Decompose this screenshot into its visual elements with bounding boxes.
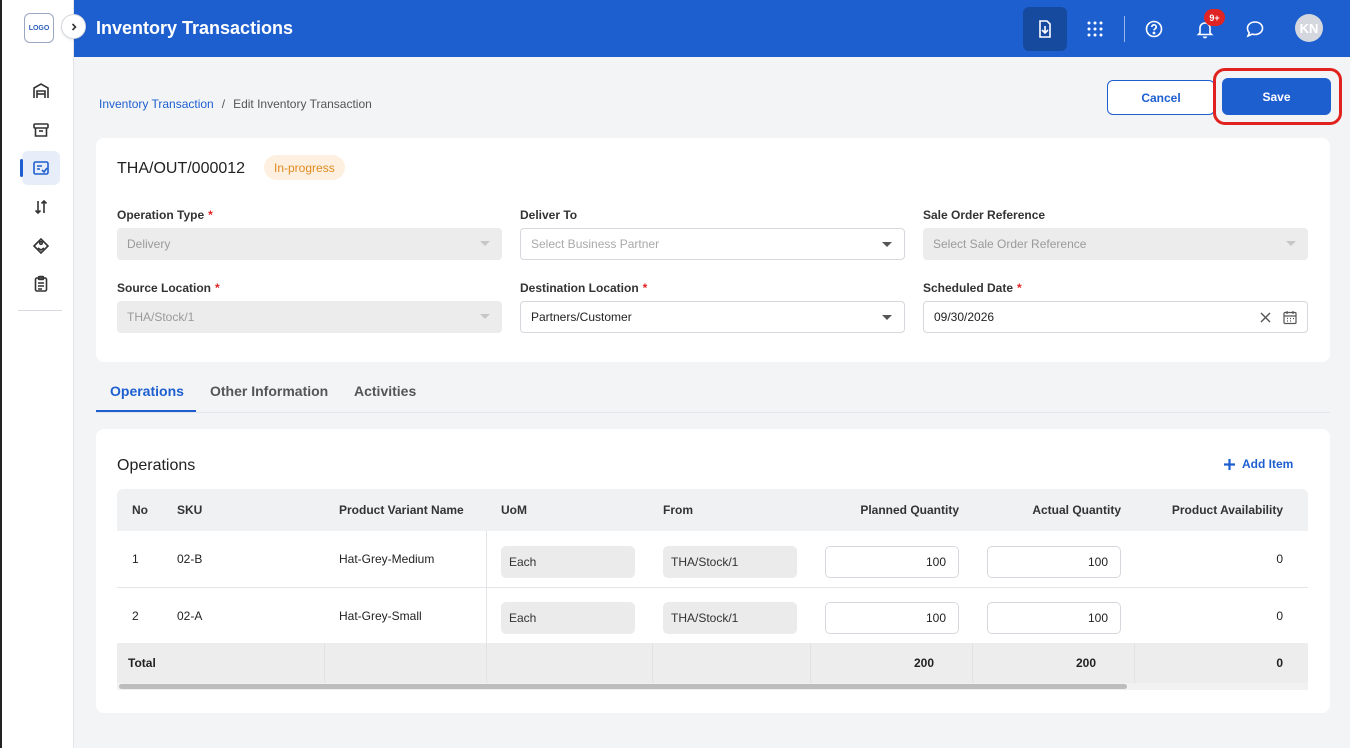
chevron-down-icon — [480, 314, 490, 319]
scheduled-date-label: Scheduled Date * — [923, 281, 1022, 295]
row-2-no: 2 — [132, 609, 139, 623]
row-1-no: 1 — [132, 552, 139, 566]
left-sidebar: LOGO — [0, 0, 74, 748]
user-avatar[interactable]: KN — [1295, 14, 1323, 42]
tag-icon[interactable] — [22, 229, 60, 263]
total-col-divider — [810, 643, 811, 683]
column-header-no: No — [132, 503, 148, 517]
document-number: THA/OUT/000012 — [117, 160, 246, 177]
row-2-uom: Each — [501, 602, 635, 634]
destination-location-select[interactable]: Partners/Customer — [520, 301, 905, 333]
total-col-divider — [652, 643, 653, 683]
chevron-right-icon — [71, 22, 77, 31]
clipboard-icon[interactable] — [22, 267, 60, 301]
operations-table: No SKU Product Variant Name UoM From Pla… — [117, 489, 1308, 690]
apps-button[interactable] — [1073, 7, 1117, 51]
destination-location-label: Destination Location * — [520, 281, 648, 295]
total-col-divider — [972, 643, 973, 683]
total-col-divider — [1134, 643, 1135, 683]
chat-button[interactable] — [1233, 7, 1277, 51]
row-2-availability: 0 — [1276, 609, 1283, 623]
breadcrumb: Inventory Transaction / Edit Inventory Tra… — [99, 97, 372, 111]
row-1-from: THA/Stock/1 — [663, 546, 797, 578]
operation-type-label: Operation Type * — [117, 208, 213, 222]
deliver-to-label: Deliver To — [520, 208, 578, 222]
sale-order-reference-select[interactable]: Select Sale Order Reference — [923, 228, 1308, 260]
breadcrumb-current: Edit Inventory Transaction — [233, 97, 372, 111]
chevron-down-icon — [882, 242, 892, 247]
archive-icon[interactable] — [22, 113, 60, 147]
column-header-product-availability: Product Availability — [1171, 503, 1283, 517]
row-1-sku: 02-B — [177, 552, 203, 566]
help-button[interactable] — [1132, 7, 1176, 51]
save-button[interactable]: Save — [1222, 78, 1331, 115]
row-1-actual-quantity-input[interactable]: 100 — [987, 546, 1121, 578]
tabs-baseline — [96, 412, 1330, 413]
row-2-from: THA/Stock/1 — [663, 602, 797, 634]
notification-badge: 9+ — [1204, 9, 1225, 26]
help-icon — [1145, 20, 1163, 38]
tab-other-information[interactable]: Other Information — [210, 383, 328, 399]
sale-order-reference-label: Sale Order Reference — [923, 208, 1046, 222]
column-header-sku: SKU — [177, 503, 203, 517]
source-location-select[interactable]: THA/Stock/1 — [117, 301, 502, 333]
tab-operations[interactable]: Operations — [110, 383, 184, 399]
total-col-divider — [486, 643, 487, 683]
app-logo: LOGO — [24, 13, 54, 43]
chevron-down-icon — [882, 315, 892, 320]
total-actual: 200 — [1075, 656, 1096, 670]
tab-activities[interactable]: Activities — [354, 383, 416, 399]
row-2-planned-quantity-input[interactable]: 100 — [825, 602, 959, 634]
download-button[interactable] — [1023, 7, 1067, 51]
breadcrumb-separator: / — [221, 97, 226, 111]
grid-icon — [1087, 21, 1103, 37]
scheduled-date-input[interactable]: 09/30/2026 — [923, 301, 1308, 333]
cancel-button[interactable]: Cancel — [1107, 80, 1215, 115]
page-title: Inventory Transactions — [96, 18, 294, 38]
warehouse-icon[interactable] — [22, 74, 60, 108]
total-planned: 200 — [913, 656, 934, 670]
deliver-to-select[interactable]: Select Business Partner — [520, 228, 905, 260]
expand-sidebar-button[interactable] — [61, 14, 86, 39]
total-availability: 0 — [1276, 656, 1283, 670]
breadcrumb-parent-link[interactable]: Inventory Transaction — [99, 97, 214, 111]
column-header-product-variant-name: Product Variant Name — [339, 503, 464, 517]
calendar-icon[interactable] — [1283, 310, 1297, 325]
rail-divider — [18, 310, 62, 311]
row-1-availability: 0 — [1276, 552, 1283, 566]
operation-type-select[interactable]: Delivery — [117, 228, 502, 260]
add-item-button[interactable]: Add Item — [1223, 457, 1293, 471]
download-icon — [1039, 20, 1051, 38]
operations-title: Operations — [117, 457, 196, 474]
row-2-actual-quantity-input[interactable]: 100 — [987, 602, 1121, 634]
status-badge: In-progress — [264, 155, 345, 180]
header-divider — [1124, 16, 1125, 42]
transaction-form-card: THA/OUT/000012 In-progress Operation Typ… — [96, 138, 1330, 362]
row-1-uom: Each — [501, 546, 635, 578]
row-1-planned-quantity-input[interactable]: 100 — [825, 546, 959, 578]
clear-icon[interactable] — [1260, 312, 1271, 323]
inventory-transactions-icon[interactable] — [20, 151, 60, 185]
total-label: Total — [128, 656, 156, 670]
active-tab-indicator — [96, 410, 196, 412]
total-row — [117, 643, 1308, 683]
row-divider — [117, 587, 1308, 588]
column-header-from: From — [663, 503, 693, 517]
source-location-label: Source Location * — [117, 281, 220, 295]
sort-icon[interactable] — [22, 190, 60, 224]
column-header-planned-quantity: Planned Quantity — [860, 503, 959, 517]
column-header-uom: UoM — [501, 503, 527, 517]
row-2-sku: 02-A — [177, 609, 203, 623]
top-bar: Inventory Transactions 9+ KN — [74, 0, 1350, 57]
plus-icon — [1224, 458, 1235, 470]
row-1-product-name: Hat-Grey-Medium — [339, 552, 435, 566]
chevron-down-icon — [1286, 241, 1296, 246]
column-header-actual-quantity: Actual Quantity — [1032, 503, 1121, 517]
table-header — [117, 489, 1308, 531]
total-col-divider — [324, 643, 325, 683]
row-2-product-name: Hat-Grey-Small — [339, 609, 422, 623]
chevron-down-icon — [480, 241, 490, 246]
chat-icon — [1246, 21, 1264, 38]
horizontal-scrollbar-thumb[interactable] — [119, 684, 1127, 689]
